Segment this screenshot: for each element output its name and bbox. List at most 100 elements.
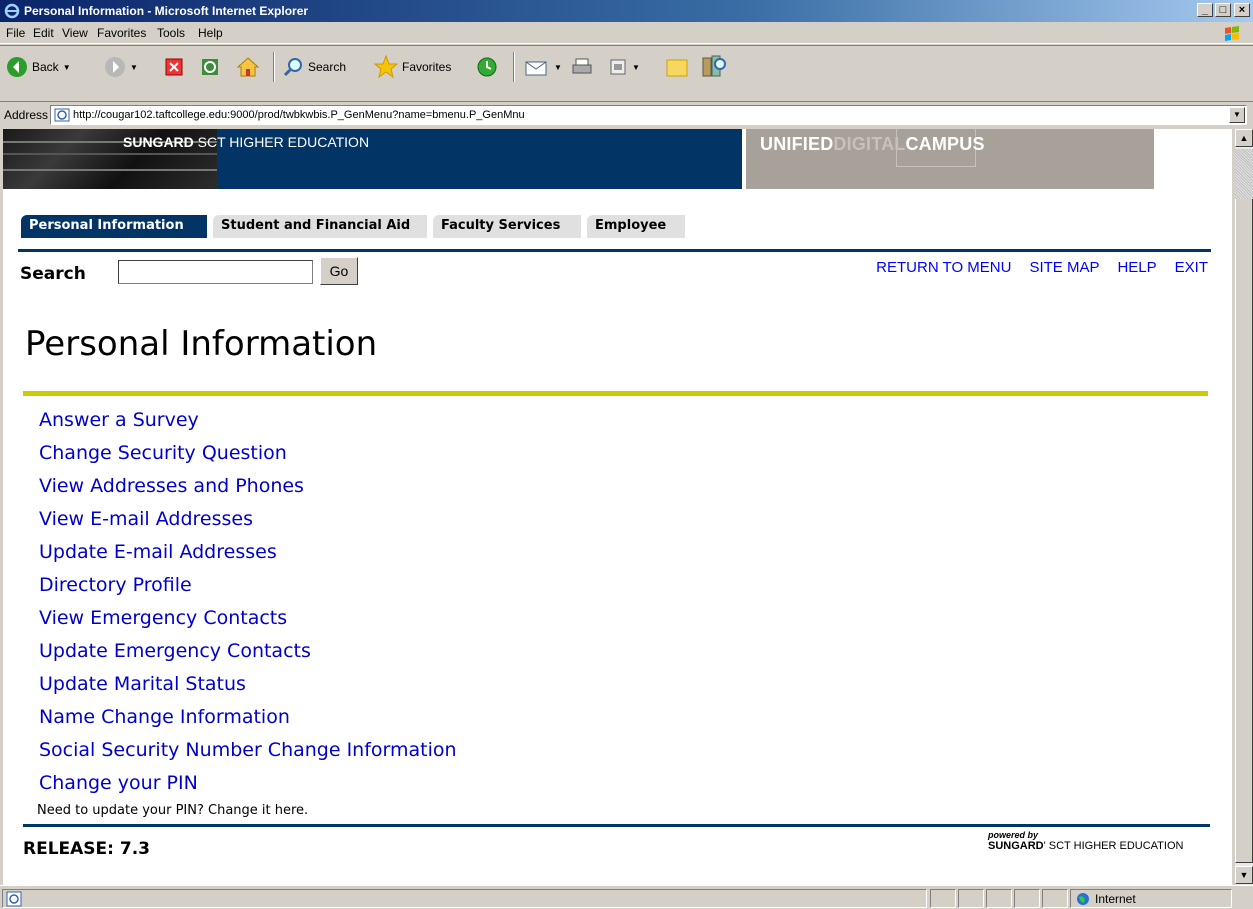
history-icon	[477, 57, 497, 77]
title-bar: Personal Information - Microsoft Interne…	[0, 0, 1253, 22]
menu-bar: File Edit View Favorites Tools Help	[0, 22, 1253, 44]
refresh-icon	[202, 59, 218, 75]
link-update-emergency-contacts[interactable]: Update Emergency Contacts	[39, 635, 457, 668]
tab-personal-information[interactable]: Personal Information	[21, 215, 207, 238]
link-view-addresses-phones[interactable]: View Addresses and Phones	[39, 470, 457, 503]
chevron-down-icon: ▼	[130, 62, 138, 72]
link-view-email-addresses[interactable]: View E-mail Addresses	[39, 503, 457, 536]
link-view-emergency-contacts[interactable]: View Emergency Contacts	[39, 602, 457, 635]
brand-bold: SUNGARD	[123, 134, 194, 150]
tab-faculty-services[interactable]: Faculty Services	[433, 215, 581, 238]
link-change-pin[interactable]: Change your PIN	[39, 767, 457, 800]
vertical-scrollbar[interactable]: ▲ ▼	[1235, 129, 1253, 885]
address-input[interactable]: http://cougar102.taftcollege.edu:9000/pr…	[50, 105, 1247, 125]
link-change-security-question[interactable]: Change Security Question	[39, 437, 457, 470]
pin-hint-text: Need to update your PIN? Change it here.	[37, 803, 309, 818]
mail-icon	[525, 61, 547, 76]
link-ssn-change-information[interactable]: Social Security Number Change Informatio…	[39, 734, 457, 767]
link-update-email-addresses[interactable]: Update E-mail Addresses	[39, 536, 457, 569]
link-answer-survey[interactable]: Answer a Survey	[39, 404, 457, 437]
status-main-panel	[2, 889, 927, 908]
minimize-button[interactable]: _	[1197, 3, 1213, 17]
exit-link[interactable]: EXIT	[1175, 259, 1208, 276]
folder-icon	[666, 59, 688, 77]
zone-label: Internet	[1095, 892, 1136, 906]
address-dropdown-button[interactable]: ▼	[1229, 107, 1245, 123]
search-label: Search	[20, 264, 86, 284]
back-label: Back	[32, 60, 59, 74]
maximize-button[interactable]: □	[1215, 3, 1231, 17]
stop-button[interactable]	[164, 54, 184, 80]
link-update-marital-status[interactable]: Update Marital Status	[39, 668, 457, 701]
go-button[interactable]: Go	[320, 257, 358, 285]
forward-arrow-icon	[105, 57, 125, 77]
scroll-up-button[interactable]: ▲	[1235, 129, 1253, 147]
chevron-down-icon: ▼	[554, 62, 562, 72]
udc-part2: DIGITAL	[833, 134, 906, 154]
ie-logo-icon	[4, 3, 20, 19]
address-bar: Address http://cougar102.taftcollege.edu…	[0, 101, 1253, 127]
scroll-thumb[interactable]	[1235, 149, 1253, 863]
scroll-track-hatch	[1235, 149, 1253, 199]
site-map-link[interactable]: SITE MAP	[1029, 259, 1099, 276]
menu-edit[interactable]: Edit	[33, 26, 54, 40]
menu-tools[interactable]: Tools	[157, 26, 185, 40]
banner-left: SUNGARD SCT HIGHER EDUCATION	[3, 129, 742, 189]
tab-employee[interactable]: Employee	[587, 215, 685, 238]
back-arrow-icon	[7, 57, 27, 77]
top-links: RETURN TO MENU SITE MAP HELP EXIT	[876, 259, 1208, 276]
link-name-change-information[interactable]: Name Change Information	[39, 701, 457, 734]
scroll-down-button[interactable]: ▼	[1235, 866, 1253, 884]
search-input[interactable]	[118, 260, 313, 284]
toolbar-separator	[513, 52, 515, 82]
help-link[interactable]: HELP	[1117, 259, 1156, 276]
powered-by-text: powered by	[988, 830, 1039, 840]
address-url: http://cougar102.taftcollege.edu:9000/pr…	[73, 109, 525, 121]
address-label: Address	[4, 108, 49, 122]
home-icon	[236, 57, 260, 77]
status-panel	[1042, 889, 1068, 908]
status-panel	[1014, 889, 1040, 908]
chevron-down-icon: ▼	[632, 62, 640, 72]
edit-page-icon	[610, 59, 626, 75]
udc-part1: UNIFIED	[760, 134, 834, 154]
page-title: Personal Information	[25, 324, 378, 364]
divider	[23, 391, 1208, 396]
edit-button[interactable]: ▼	[608, 54, 640, 80]
forward-button[interactable]: ▼	[104, 54, 138, 80]
refresh-button[interactable]	[200, 54, 220, 80]
print-button[interactable]	[570, 54, 594, 80]
close-button[interactable]: ×	[1234, 3, 1250, 17]
globe-icon	[1077, 893, 1089, 905]
release-label: RELEASE: 7.3	[23, 839, 150, 859]
powered-brand-rest: ' SCT HIGHER EDUCATION	[1043, 840, 1184, 852]
page-icon	[54, 108, 70, 122]
home-button[interactable]	[236, 54, 260, 80]
printer-icon	[572, 58, 592, 74]
research-button[interactable]	[700, 54, 728, 80]
discuss-button[interactable]	[665, 54, 689, 80]
tab-student-financial-aid[interactable]: Student and Financial Aid	[213, 215, 427, 238]
menu-favorites[interactable]: Favorites	[97, 26, 146, 40]
powered-brand-bold: SUNGARD	[988, 840, 1044, 852]
mail-button[interactable]: ▼	[524, 54, 562, 80]
menu-file[interactable]: File	[6, 26, 25, 40]
browser-window: Personal Information - Microsoft Interne…	[0, 0, 1253, 909]
favorites-button[interactable]: Favorites	[374, 54, 451, 80]
search-icon	[283, 58, 302, 77]
brand-rest: SCT HIGHER EDUCATION	[193, 134, 370, 150]
zone-panel: Internet	[1070, 889, 1232, 908]
menu-link-list: Answer a Survey Change Security Question…	[39, 404, 457, 800]
favorites-label: Favorites	[402, 60, 452, 74]
powered-by-brand: SUNGARD' SCT HIGHER EDUCATION	[988, 840, 1183, 852]
link-directory-profile[interactable]: Directory Profile	[39, 569, 457, 602]
menu-view[interactable]: View	[62, 26, 88, 40]
return-to-menu-link[interactable]: RETURN TO MENU	[876, 259, 1011, 276]
search-toolbar-button[interactable]: Search	[282, 54, 346, 80]
back-button[interactable]: Back ▼	[6, 54, 71, 80]
page-status-icon	[6, 891, 22, 907]
menu-help[interactable]: Help	[198, 26, 223, 40]
windows-flag-icon	[1225, 26, 1239, 41]
history-button[interactable]	[476, 54, 498, 80]
page-content: SUNGARD SCT HIGHER EDUCATION UNIFIEDDIGI…	[3, 129, 1232, 885]
